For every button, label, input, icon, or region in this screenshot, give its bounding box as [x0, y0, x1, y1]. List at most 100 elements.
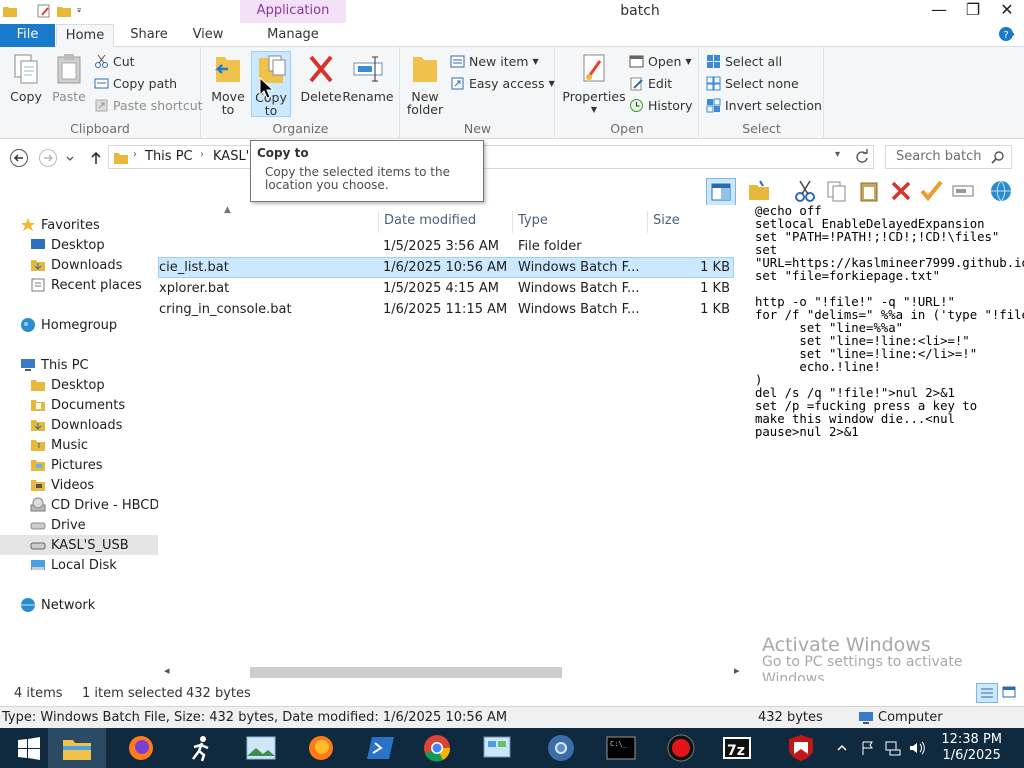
- copy-icon[interactable]: [824, 178, 850, 204]
- taskbar-powershell[interactable]: [352, 728, 410, 768]
- file-row[interactable]: cring_in_console.bat 1/6/2025 11:15 AM W…: [158, 300, 734, 321]
- new-item-button[interactable]: New item ▼: [450, 54, 539, 69]
- nav-drive[interactable]: Drive: [30, 515, 86, 535]
- file-row-selected[interactable]: cie_list.bat 1/6/2025 10:56 AM Windows B…: [158, 257, 734, 278]
- taskbar-accessibility[interactable]: [172, 728, 230, 768]
- search-icon[interactable]: [991, 150, 1005, 164]
- globe-icon[interactable]: [988, 178, 1014, 204]
- nav-documents[interactable]: Documents: [30, 395, 125, 415]
- column-date-modified[interactable]: Date modified: [378, 211, 511, 233]
- taskbar-clock[interactable]: 12:38 PM 1/6/2025: [941, 732, 1002, 764]
- preview-pane-toggle-icon[interactable]: [706, 178, 736, 206]
- breadcrumb-this-pc[interactable]: This PC: [145, 149, 193, 164]
- taskbar-control-panel[interactable]: [468, 728, 526, 768]
- paste-button[interactable]: Paste: [48, 51, 90, 103]
- minimize-icon[interactable]: —: [922, 0, 956, 22]
- nav-pc-downloads[interactable]: Downloads: [30, 415, 122, 435]
- taskbar-chrome[interactable]: [408, 728, 466, 768]
- nav-downloads[interactable]: Downloads: [30, 255, 122, 275]
- horizontal-scrollbar[interactable]: ◂ ▸: [158, 664, 748, 681]
- select-all-button[interactable]: Select all: [706, 54, 782, 69]
- scissors-icon[interactable]: [792, 178, 818, 204]
- checkmark-icon[interactable]: [918, 178, 944, 204]
- copy-button[interactable]: Copy: [6, 51, 46, 103]
- taskbar-firefox-2[interactable]: [292, 728, 350, 768]
- scrollbar-thumb[interactable]: [250, 667, 562, 678]
- paste-icon[interactable]: [856, 178, 882, 204]
- taskbar-firefox[interactable]: [112, 728, 170, 768]
- edit-button[interactable]: Edit: [629, 76, 672, 91]
- volume-icon[interactable]: [908, 740, 926, 756]
- new-folder-icon[interactable]: [56, 3, 72, 19]
- file-row[interactable]: xplorer.bat 1/5/2025 4:15 AM Windows Bat…: [158, 279, 734, 300]
- rename-icon[interactable]: [950, 178, 976, 204]
- open-button[interactable]: Open ▼: [629, 54, 692, 69]
- qat-dropdown-icon[interactable]: [76, 3, 86, 19]
- folder-icon[interactable]: [2, 3, 18, 19]
- show-hidden-icons-chevron[interactable]: [836, 742, 848, 754]
- network-tray-icon[interactable]: [884, 740, 902, 756]
- copy-path-button[interactable]: Copy path: [94, 76, 177, 91]
- address-bar[interactable]: › This PC › KASL'S ▾: [108, 145, 874, 169]
- nav-kasls-usb[interactable]: KASL'S_USB: [0, 535, 158, 555]
- details-view-icon[interactable]: [976, 683, 998, 703]
- close-icon[interactable]: ✕: [990, 0, 1024, 22]
- easy-access-button[interactable]: Easy access ▼: [450, 76, 555, 91]
- delete-button[interactable]: Delete: [300, 51, 342, 103]
- invert-selection-button[interactable]: Invert selection: [706, 98, 822, 113]
- nav-downloads-label: Downloads: [51, 257, 123, 273]
- tab-share[interactable]: Share: [120, 24, 178, 47]
- large-icons-view-icon[interactable]: [1000, 683, 1020, 703]
- nav-pictures[interactable]: Pictures: [30, 455, 102, 475]
- flag-icon[interactable]: [860, 740, 876, 756]
- tab-home[interactable]: Home: [56, 24, 114, 47]
- select-none-button[interactable]: Select none: [706, 76, 799, 91]
- nav-homegroup[interactable]: Homegroup: [20, 315, 117, 335]
- nav-desktop[interactable]: Desktop: [30, 235, 105, 255]
- move-to-button[interactable]: Move to: [210, 51, 246, 116]
- nav-favorites[interactable]: Favorites: [20, 215, 100, 235]
- taskbar-command-prompt[interactable]: C:\_: [592, 728, 650, 768]
- up-arrow-icon[interactable]: [86, 148, 106, 168]
- file-row[interactable]: 1/5/2025 3:56 AM File folder: [158, 237, 734, 258]
- new-folder-button[interactable]: New folder: [405, 51, 445, 116]
- cut-button[interactable]: Cut: [94, 54, 135, 69]
- help-icon[interactable]: ?: [998, 26, 1018, 44]
- taskbar-recorder[interactable]: [652, 728, 710, 768]
- nav-this-pc[interactable]: This PC: [20, 355, 89, 375]
- taskbar-chrome-2[interactable]: [532, 728, 590, 768]
- paste-shortcut-button[interactable]: Paste shortcut: [94, 98, 203, 113]
- forward-arrow-icon[interactable]: [38, 148, 58, 168]
- rename-button[interactable]: Rename: [342, 51, 394, 103]
- column-size[interactable]: Size: [647, 211, 735, 233]
- back-arrow-icon[interactable]: [9, 148, 29, 168]
- tab-view[interactable]: View: [180, 24, 236, 47]
- history-button[interactable]: History: [629, 98, 692, 113]
- nav-recent-places[interactable]: Recent places: [30, 275, 142, 295]
- nav-videos[interactable]: Videos: [30, 475, 94, 495]
- nav-music[interactable]: Music: [30, 435, 88, 455]
- taskbar-7zip[interactable]: 7z: [708, 728, 766, 768]
- tab-file[interactable]: File: [0, 24, 55, 47]
- recent-locations-chevron-icon[interactable]: [64, 148, 78, 168]
- restore-icon[interactable]: ❐: [956, 0, 990, 22]
- folder-options-icon[interactable]: [746, 178, 772, 204]
- taskbar-file-explorer[interactable]: [48, 728, 106, 768]
- address-dropdown-icon[interactable]: ▾: [835, 149, 840, 160]
- properties-icon[interactable]: [36, 3, 52, 19]
- delete-x-icon[interactable]: [888, 178, 914, 204]
- column-type[interactable]: Type: [512, 211, 646, 233]
- scroll-right-icon[interactable]: ▸: [734, 664, 740, 677]
- taskbar-photos[interactable]: [232, 728, 290, 768]
- nav-pc-desktop[interactable]: Desktop: [30, 375, 105, 395]
- taskbar-mcafee[interactable]: [772, 728, 830, 768]
- scroll-left-icon[interactable]: ◂: [164, 664, 170, 677]
- nav-local-disk[interactable]: Local Disk: [30, 555, 117, 575]
- properties-button[interactable]: Properties ▼: [562, 51, 626, 116]
- clipboard-group-label: Clipboard: [70, 121, 130, 136]
- nav-network[interactable]: Network: [20, 595, 95, 615]
- search-box[interactable]: Search batch: [885, 145, 1012, 169]
- tab-manage[interactable]: Manage: [240, 24, 346, 47]
- refresh-icon[interactable]: [854, 149, 870, 165]
- nav-cd-drive[interactable]: CD Drive - HBCD_: [30, 495, 166, 515]
